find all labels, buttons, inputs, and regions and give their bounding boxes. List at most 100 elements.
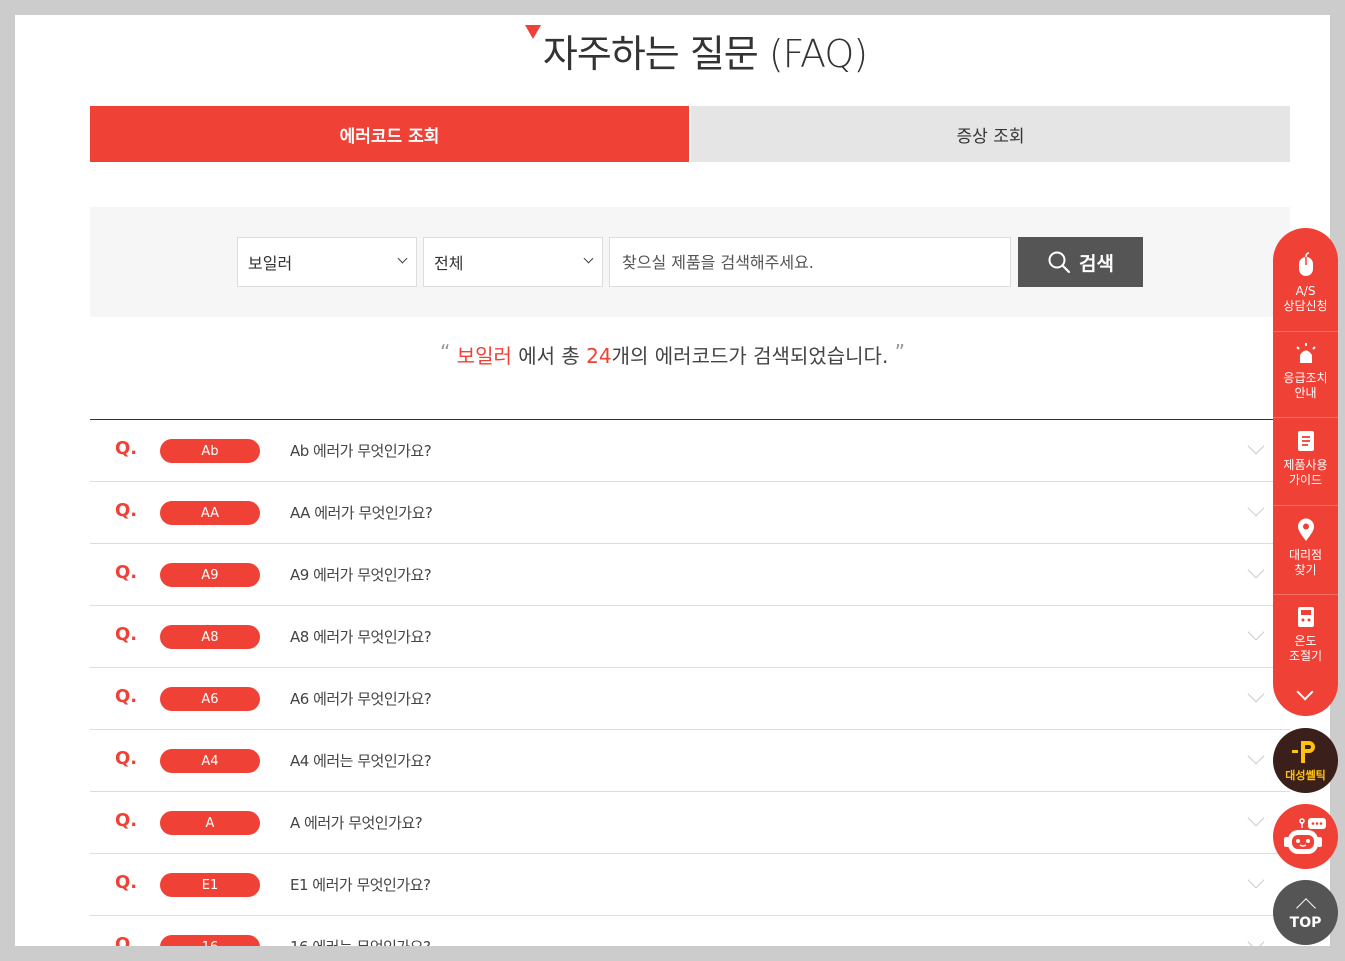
faq-row-16[interactable]: Q. 16 16 에러는 무엇인가요?: [90, 916, 1290, 946]
faq-question: A6 에러가 무엇인가요?: [290, 690, 432, 708]
chevron-down-icon: [397, 253, 408, 264]
chevron-down-icon: [1247, 499, 1265, 517]
category-select-value: 전체: [434, 254, 464, 273]
faq-row-e1[interactable]: Q. E1 E1 에러가 무엇인가요?: [90, 854, 1290, 916]
product-select-value: 보일러: [248, 254, 293, 273]
faq-q-label: Q.: [115, 500, 138, 521]
quick-menu-divider: [1273, 505, 1338, 506]
open-quote-icon: “: [439, 340, 451, 364]
faq-q-label: Q.: [115, 562, 138, 583]
faq-row-a6[interactable]: Q. A6 A6 에러가 무엇인가요?: [90, 668, 1290, 730]
result-summary: “ 보일러 에서 총 24개의 에러코드가 검색되었습니다. ”: [15, 340, 1330, 369]
quick-menu-thermostat[interactable]: 온도 조절기: [1273, 606, 1338, 664]
faq-row-a4[interactable]: Q. A4 A4 에러는 무엇인가요?: [90, 730, 1290, 792]
faq-code-badge: AA: [160, 501, 260, 525]
faq-code-badge: A: [160, 811, 260, 835]
chevron-down-icon: [1247, 871, 1265, 889]
search-button-label: 검색: [1079, 252, 1114, 275]
page: 자주하는 질문 (FAQ) 에러코드 조회 증상 조회 보일러 전체 검색 “ …: [15, 15, 1330, 946]
page-title: 자주하는 질문 (FAQ): [542, 32, 868, 76]
faq-question: A 에러가 무엇인가요?: [290, 814, 423, 832]
chevron-down-icon: [1247, 933, 1265, 946]
faq-code-badge: 16: [160, 935, 260, 946]
faq-q-label: Q.: [115, 686, 138, 707]
faq-question: A4 에러는 무엇인가요?: [290, 752, 432, 770]
search-icon: [1048, 251, 1071, 274]
quick-menu-label: 응급조치: [1283, 371, 1328, 385]
result-keyword: 보일러: [456, 344, 512, 368]
document-icon: [1297, 431, 1314, 451]
faq-q-label: Q.: [115, 810, 138, 831]
faq-question: A9 에러가 무엇인가요?: [290, 566, 432, 584]
search-panel: 보일러 전체 검색: [90, 207, 1290, 317]
faq-row-ab[interactable]: Q. Ab Ab 에러가 무엇인가요?: [90, 420, 1290, 482]
faq-row-a[interactable]: Q. A A 에러가 무엇인가요?: [90, 792, 1290, 854]
chevron-down-icon: [1247, 685, 1265, 703]
quick-menu-find-dealer[interactable]: 대리점 찾기: [1273, 518, 1338, 578]
quick-menu-label: 조절기: [1288, 649, 1323, 663]
faq-q-label: Q.: [115, 872, 138, 893]
faq-q-label: Q.: [115, 438, 138, 459]
faq-q-label: Q.: [115, 934, 138, 946]
point-button[interactable]: 대성쎌틱: [1273, 728, 1338, 793]
quick-menu-product-guide[interactable]: 제품사용 가이드: [1273, 430, 1338, 488]
tab-bar: 에러코드 조회 증상 조회: [90, 106, 1290, 162]
quick-menu-label: A/S: [1295, 284, 1316, 298]
quick-menu-label: 대리점: [1288, 548, 1323, 562]
search-button[interactable]: 검색: [1018, 237, 1143, 287]
faq-row-a8[interactable]: Q. A8 A8 에러가 무엇인가요?: [90, 606, 1290, 668]
faq-row-a9[interactable]: Q. A9 A9 에러가 무엇인가요?: [90, 544, 1290, 606]
quick-menu-label: 제품사용: [1283, 458, 1328, 472]
quick-menu-label: 안내: [1294, 386, 1317, 400]
location-pin-icon: [1297, 518, 1314, 541]
category-select[interactable]: 전체: [423, 237, 603, 287]
scroll-top-button[interactable]: TOP: [1273, 880, 1338, 945]
chatbot-button[interactable]: [1273, 804, 1338, 869]
faq-q-label: Q.: [115, 748, 138, 769]
faq-question: Ab 에러가 무엇인가요?: [290, 442, 432, 460]
chevron-down-icon: [1247, 437, 1265, 455]
quick-menu-as-request[interactable]: A/S 상담신청: [1273, 252, 1338, 314]
faq-row-aa[interactable]: Q. AA AA 에러가 무엇인가요?: [90, 482, 1290, 544]
search-input[interactable]: [609, 237, 1011, 287]
quick-menu: A/S 상담신청 응급조치 안내 제품사용 가이드 대리점 찾기 온도 조절기: [1273, 228, 1338, 716]
title-area: 자주하는 질문 (FAQ): [15, 15, 1330, 76]
close-quote-icon: ”: [894, 340, 906, 364]
chevron-down-icon: [1247, 561, 1265, 579]
quick-menu-divider: [1273, 417, 1338, 418]
chevron-down-icon: [1247, 623, 1265, 641]
quick-menu-label: 상담신청: [1283, 299, 1328, 313]
tab-symptom[interactable]: 증상 조회: [689, 106, 1290, 162]
faq-code-badge: Ab: [160, 439, 260, 463]
chevron-down-icon: [583, 253, 594, 264]
point-p-icon: [1291, 740, 1315, 763]
chatbot-robot-icon: [1283, 817, 1326, 854]
thermostat-icon: [1297, 607, 1314, 627]
faq-code-badge: E1: [160, 873, 260, 897]
faq-question: A8 에러가 무엇인가요?: [290, 628, 432, 646]
tab-error-code[interactable]: 에러코드 조회: [90, 106, 689, 162]
faq-code-badge: A6: [160, 687, 260, 711]
quick-menu-divider: [1273, 331, 1338, 332]
quick-menu-label: 찾기: [1294, 563, 1317, 577]
faq-question: 16 에러는 무엇인가요?: [290, 936, 431, 946]
faq-code-badge: A4: [160, 749, 260, 773]
chevron-down-icon: [1247, 747, 1265, 765]
faq-list: Q. Ab Ab 에러가 무엇인가요? Q. AA AA 에러가 무엇인가요? …: [90, 419, 1290, 946]
result-count: 24: [586, 344, 612, 368]
faq-question: E1 에러가 무엇인가요?: [290, 876, 431, 894]
faq-question: AA 에러가 무엇인가요?: [290, 504, 433, 522]
quick-menu-label: 가이드: [1288, 473, 1323, 487]
quick-menu-emergency[interactable]: 응급조치 안내: [1273, 343, 1338, 401]
quick-menu-label: 온도: [1294, 634, 1317, 648]
faq-code-badge: A8: [160, 625, 260, 649]
result-text-mid: 에서 총: [511, 344, 587, 368]
point-button-label: 대성쎌틱: [1285, 768, 1326, 782]
siren-icon: [1295, 343, 1316, 363]
result-text-tail: 개의 에러코드가 검색되었습니다.: [611, 344, 889, 368]
quick-menu-divider: [1273, 594, 1338, 595]
product-select[interactable]: 보일러: [237, 237, 417, 287]
faq-code-badge: A9: [160, 563, 260, 587]
quick-menu-chevron-down-icon[interactable]: [1296, 683, 1314, 701]
mouse-icon: [1298, 252, 1313, 276]
